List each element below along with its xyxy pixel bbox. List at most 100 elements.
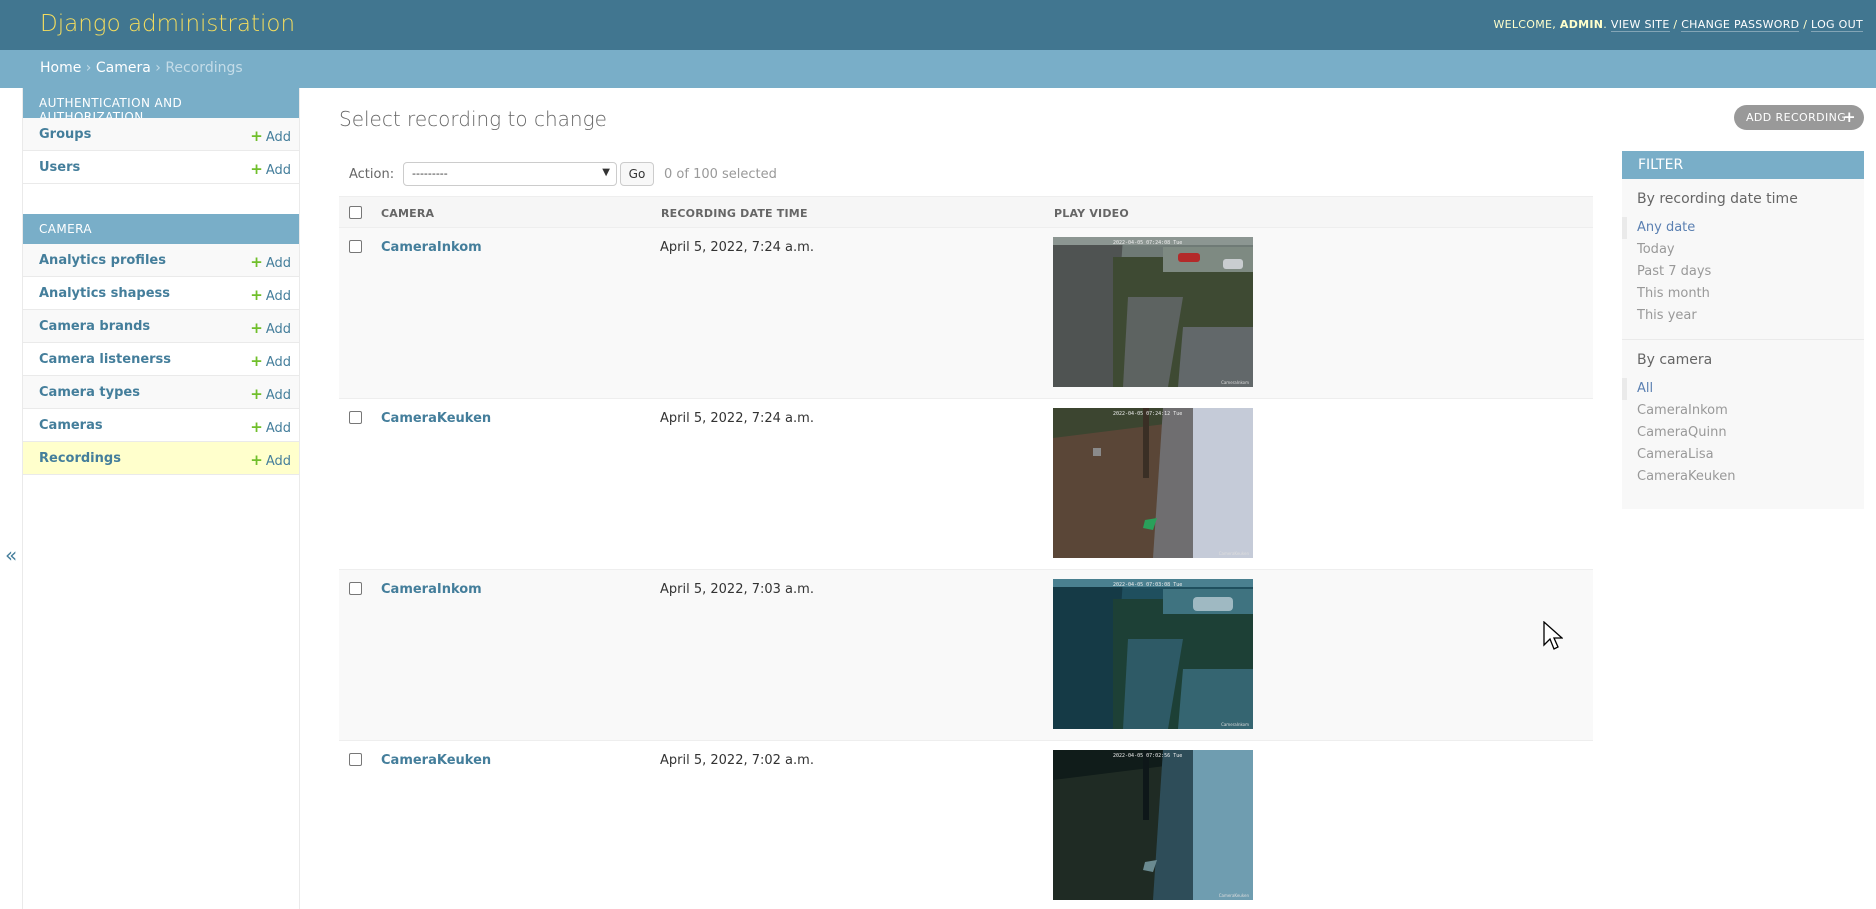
selected-count: 0 of 100 selected	[664, 167, 777, 182]
add-label: Add	[265, 388, 291, 403]
add-recording-label: ADD RECORDING	[1746, 111, 1847, 124]
filter-option-camerakeuken[interactable]: CameraKeuken	[1622, 466, 1864, 488]
log-out-link[interactable]: LOG OUT	[1811, 18, 1863, 32]
row-checkbox[interactable]	[349, 753, 362, 766]
add-groups-link[interactable]: + Add	[250, 127, 291, 145]
add-analytics-shapess-link[interactable]: + Add	[250, 286, 291, 304]
row-checkbox[interactable]	[349, 411, 362, 424]
filter-option-any-date[interactable]: Any date	[1622, 217, 1864, 239]
app-module-camera: Camera Analytics profiles + Add Analytics…	[23, 214, 299, 475]
separator: /	[1803, 18, 1808, 31]
sidebar-item-camera-listenerss: Camera listenerss + Add	[23, 343, 299, 376]
filter-option-all[interactable]: All	[1622, 378, 1864, 400]
video-timestamp: 2022-04-05 07:24:08 Tue	[1113, 240, 1183, 246]
toggle-nav-sidebar[interactable]: «	[0, 88, 23, 909]
add-camera-types-link[interactable]: + Add	[250, 385, 291, 403]
recording-date-time: April 5, 2022, 7:03 a.m.	[660, 582, 814, 597]
add-analytics-profiles-link[interactable]: + Add	[250, 253, 291, 271]
breadcrumb-current: Recordings	[165, 60, 243, 76]
sidebar-item-label[interactable]: Camera types	[39, 385, 140, 400]
filter-option-cameralisa[interactable]: CameraLisa	[1622, 444, 1864, 466]
video-camera-name: CameraKeuken	[1218, 893, 1249, 898]
sidebar-item-label[interactable]: Cameras	[39, 418, 103, 433]
filter-option-today[interactable]: Today	[1622, 239, 1864, 261]
add-camera-brands-link[interactable]: + Add	[250, 319, 291, 337]
sidebar-item-label[interactable]: Groups	[39, 127, 91, 142]
sidebar-item-analytics-shapess: Analytics shapess + Add	[23, 277, 299, 310]
add-recordings-link[interactable]: + Add	[250, 451, 291, 469]
column-header-camera[interactable]: CAMERA	[381, 207, 434, 220]
video-player[interactable]: 2022-04-05 07:24:08 Tue CameraInkom	[1053, 237, 1253, 387]
camera-link[interactable]: CameraInkom	[381, 240, 482, 255]
recording-date-time: April 5, 2022, 7:02 a.m.	[660, 753, 814, 768]
sidebar-item-label[interactable]: Camera listenerss	[39, 352, 171, 367]
breadcrumb: Home › Camera › Recordings	[0, 50, 1876, 88]
plus-icon: +	[250, 253, 263, 271]
video-player[interactable]: 2022-04-05 07:24:12 Tue CameraKeuken	[1053, 408, 1253, 558]
add-cameras-link[interactable]: + Add	[250, 418, 291, 436]
plus-icon: +	[250, 286, 263, 304]
video-camera-name: CameraInkom	[1221, 722, 1249, 727]
select-all-checkbox[interactable]	[349, 206, 362, 219]
plus-icon: +	[250, 127, 263, 145]
camera-link[interactable]: CameraInkom	[381, 582, 482, 597]
sidebar-item-recordings: Recordings + Add	[23, 442, 299, 475]
sidebar-item-label[interactable]: Camera brands	[39, 319, 150, 334]
table-row: CameraKeuken April 5, 2022, 7:24 a.m. 20…	[339, 399, 1593, 570]
add-label: Add	[265, 130, 291, 145]
add-recording-button[interactable]: ADD RECORDING +	[1734, 105, 1864, 130]
site-name[interactable]: Django administration	[40, 11, 295, 37]
sidebar-item-label[interactable]: Analytics shapess	[39, 286, 170, 301]
page-title: Select recording to change	[339, 107, 607, 131]
table-header: CAMERA RECORDING DATE TIME PLAY VIDEO	[339, 196, 1593, 228]
add-label: Add	[265, 355, 291, 370]
result-list-table: CAMERA RECORDING DATE TIME PLAY VIDEO Ca…	[339, 196, 1593, 909]
header: Django administration WELCOME, ADMIN. VI…	[0, 0, 1876, 50]
filter-option-past-7-days[interactable]: Past 7 days	[1622, 261, 1864, 283]
sidebar-item-camera-types: Camera types + Add	[23, 376, 299, 409]
row-checkbox[interactable]	[349, 582, 362, 595]
filter-list-camera: All CameraInkom CameraQuinn CameraLisa C…	[1622, 372, 1864, 500]
sidebar-item-label[interactable]: Analytics profiles	[39, 253, 166, 268]
actions-bar: Action: --------- ▼ Go 0 of 100 selected	[339, 158, 1593, 196]
sidebar-item-label[interactable]: Users	[39, 160, 80, 175]
add-label: Add	[265, 256, 291, 271]
recording-date-time: April 5, 2022, 7:24 a.m.	[660, 411, 814, 426]
camera-link[interactable]: CameraKeuken	[381, 411, 491, 426]
row-checkbox[interactable]	[349, 240, 362, 253]
add-users-link[interactable]: + Add	[250, 160, 291, 178]
user-tools: WELCOME, ADMIN. VIEW SITE / CHANGE PASSW…	[1493, 18, 1863, 32]
filter-option-camerainkom[interactable]: CameraInkom	[1622, 400, 1864, 422]
plus-icon: +	[1843, 108, 1856, 126]
sidebar-item-groups: Groups + Add	[23, 118, 299, 151]
filter-option-this-month[interactable]: This month	[1622, 283, 1864, 305]
breadcrumb-home[interactable]: Home	[40, 60, 81, 76]
video-timestamp: 2022-04-05 07:03:08 Tue	[1113, 582, 1183, 588]
action-select[interactable]: --------- ▼	[403, 162, 617, 186]
plus-icon: +	[250, 451, 263, 469]
add-label: Add	[265, 454, 291, 469]
sidebar-item-label[interactable]: Recordings	[39, 451, 121, 466]
filter-option-cameraquinn[interactable]: CameraQuinn	[1622, 422, 1864, 444]
column-header-play-video: PLAY VIDEO	[1054, 207, 1129, 220]
username: ADMIN	[1559, 18, 1604, 31]
app-caption[interactable]: Authentication and Authorization	[23, 88, 299, 124]
add-camera-listenerss-link[interactable]: + Add	[250, 352, 291, 370]
change-password-link[interactable]: CHANGE PASSWORD	[1681, 18, 1800, 32]
welcome-text: WELCOME,	[1493, 18, 1557, 31]
plus-icon: +	[250, 160, 263, 178]
camera-link[interactable]: CameraKeuken	[381, 753, 491, 768]
column-header-recording-date-time[interactable]: RECORDING DATE TIME	[661, 207, 808, 220]
app-caption[interactable]: Camera	[23, 214, 299, 244]
view-site-link[interactable]: VIEW SITE	[1610, 18, 1670, 32]
add-label: Add	[265, 163, 291, 178]
filter-option-this-year[interactable]: This year	[1622, 305, 1864, 327]
video-camera-name: CameraInkom	[1221, 380, 1249, 385]
video-player[interactable]: 2022-04-05 07:03:08 Tue CameraInkom	[1053, 579, 1253, 729]
mouse-cursor-icon	[1543, 621, 1563, 650]
go-button[interactable]: Go	[620, 162, 654, 186]
breadcrumb-camera[interactable]: Camera	[96, 60, 151, 76]
filter-panel: FILTER By recording date time Any date T…	[1622, 151, 1864, 509]
double-chevron-left-icon: «	[5, 543, 18, 567]
video-player[interactable]: 2022-04-05 07:02:56 Tue CameraKeuken	[1053, 750, 1253, 900]
